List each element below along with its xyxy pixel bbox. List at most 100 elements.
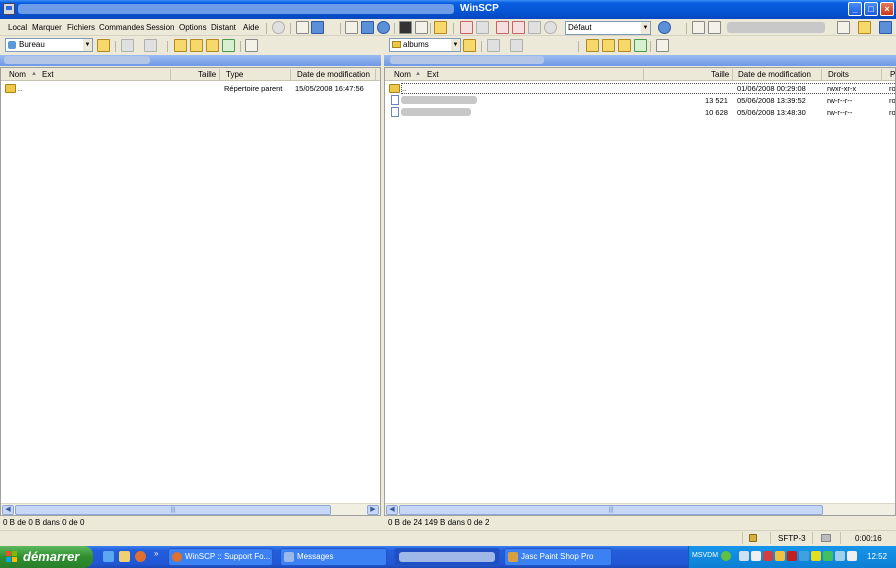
refresh-icon[interactable]: [377, 21, 390, 34]
sessions-dropdown-icon[interactable]: [858, 21, 871, 34]
left-location-combo[interactable]: Bureau ▼: [5, 38, 93, 52]
network-icon[interactable]: [721, 551, 731, 561]
tray-app-icon[interactable]: [799, 551, 809, 561]
column-modified[interactable]: Date de modification: [738, 70, 811, 79]
close-button[interactable]: ×: [880, 2, 894, 16]
menu-local[interactable]: Local: [8, 23, 27, 32]
start-button[interactable]: démarrer: [0, 546, 93, 568]
scroll-left-arrow-icon[interactable]: ◀: [386, 505, 398, 515]
firefox-quicklaunch-icon[interactable]: [135, 551, 146, 562]
task-messages[interactable]: Messages: [280, 548, 387, 566]
invert-selection-icon[interactable]: [512, 21, 525, 34]
column-ext[interactable]: Ext: [42, 70, 54, 79]
save-icon[interactable]: [879, 21, 892, 34]
column-name[interactable]: Nom: [9, 70, 26, 79]
save-session-icon[interactable]: [708, 21, 721, 34]
scrollbar-thumb[interactable]: |||: [399, 505, 823, 515]
column-ext[interactable]: Ext: [427, 70, 439, 79]
task-winscp-support[interactable]: WinSCP :: Support Fo...: [168, 548, 273, 566]
filter-icon[interactable]: [496, 21, 509, 34]
tray-app-icon[interactable]: [763, 551, 773, 561]
clear-selection-icon[interactable]: [528, 21, 541, 34]
clock[interactable]: 12:52: [867, 552, 887, 561]
explorer-quicklaunch-icon[interactable]: [119, 551, 130, 562]
column-divider[interactable]: [881, 69, 882, 80]
menu-aide[interactable]: Aide: [243, 23, 259, 32]
parent-directory-icon[interactable]: [174, 39, 187, 52]
column-modified[interactable]: Date de modification: [297, 70, 370, 79]
root-directory-icon[interactable]: [602, 39, 615, 52]
forward-arrow-icon[interactable]: [144, 39, 157, 52]
column-owner[interactable]: P: [890, 70, 895, 79]
unselect-files-icon[interactable]: [476, 21, 489, 34]
select-files-icon[interactable]: [460, 21, 473, 34]
scroll-right-arrow-icon[interactable]: ▶: [367, 505, 379, 515]
scrollbar-thumb[interactable]: |||: [15, 505, 331, 515]
column-size[interactable]: Taille: [198, 70, 216, 79]
directory-tree-icon[interactable]: [245, 39, 258, 52]
open-directory-icon[interactable]: [97, 39, 110, 52]
scroll-left-arrow-icon[interactable]: ◀: [2, 505, 14, 515]
queue-icon[interactable]: [296, 21, 309, 34]
menu-commandes[interactable]: Commandes: [99, 23, 144, 32]
new-session-icon[interactable]: [345, 21, 358, 34]
tray-app-icon[interactable]: [847, 551, 857, 561]
menu-fichiers[interactable]: Fichiers: [67, 23, 95, 32]
open-directory-icon[interactable]: [463, 39, 476, 52]
tray-app-icon[interactable]: [739, 551, 749, 561]
left-path-bar[interactable]: [0, 55, 381, 66]
bookmark-icon[interactable]: [692, 21, 705, 34]
back-arrow-icon[interactable]: [487, 39, 500, 52]
root-directory-icon[interactable]: [190, 39, 203, 52]
column-size[interactable]: Taille: [711, 70, 729, 79]
column-rights[interactable]: Droits: [828, 70, 849, 79]
chevron-down-icon[interactable]: ▼: [83, 39, 92, 51]
home-directory-icon[interactable]: [206, 39, 219, 52]
preferences-gear-icon[interactable]: [272, 21, 285, 34]
horizontal-scrollbar[interactable]: ◀ ||| ▶: [1, 503, 380, 515]
column-divider[interactable]: [290, 69, 291, 80]
putty-icon[interactable]: [415, 21, 428, 34]
refresh-right-icon[interactable]: [634, 39, 647, 52]
remote-file-panel[interactable]: Nom ▲ Ext Taille Date de modification Dr…: [384, 67, 896, 516]
column-divider[interactable]: [643, 69, 644, 80]
tray-app-icon[interactable]: [775, 551, 785, 561]
forward-arrow-icon[interactable]: [510, 39, 523, 52]
console-icon[interactable]: [399, 21, 412, 34]
menu-options[interactable]: Options: [179, 23, 207, 32]
antivirus-icon[interactable]: [787, 551, 797, 561]
right-path-bar[interactable]: [384, 55, 896, 66]
back-arrow-icon[interactable]: [121, 39, 134, 52]
tray-app-icon[interactable]: [823, 551, 833, 561]
local-file-panel[interactable]: Nom ▲ Ext Taille Type Date de modificati…: [0, 67, 381, 516]
right-location-combo[interactable]: albums ▼: [389, 38, 461, 52]
column-type[interactable]: Type: [226, 70, 243, 79]
home-directory-icon[interactable]: [618, 39, 631, 52]
desktop-quicklaunch-icon[interactable]: [103, 551, 114, 562]
chevron-down-icon[interactable]: ▼: [451, 39, 460, 51]
column-divider[interactable]: [219, 69, 220, 80]
refresh-selection-icon[interactable]: [544, 21, 557, 34]
chevron-down-icon[interactable]: ▼: [641, 22, 650, 34]
maximize-button[interactable]: □: [864, 2, 878, 16]
column-name[interactable]: Nom: [394, 70, 411, 79]
transfer-options-icon[interactable]: [658, 21, 671, 34]
session-tree-icon[interactable]: [434, 21, 447, 34]
synchronize-icon[interactable]: [361, 21, 374, 34]
winscp-app-icon[interactable]: [3, 3, 15, 15]
column-divider[interactable]: [375, 69, 376, 80]
minimize-button[interactable]: _: [848, 2, 862, 16]
parent-directory-icon[interactable]: [586, 39, 599, 52]
menu-marquer[interactable]: Marquer: [32, 23, 62, 32]
refresh-left-icon[interactable]: [222, 39, 235, 52]
close-session-icon[interactable]: [837, 21, 850, 34]
chevron-right-icon[interactable]: »: [154, 549, 158, 558]
queue-list-icon[interactable]: [311, 21, 324, 34]
menu-distant[interactable]: Distant: [211, 23, 236, 32]
task-winscp-active[interactable]: [394, 548, 500, 566]
tray-app-icon[interactable]: [811, 551, 821, 561]
tray-app-icon[interactable]: [751, 551, 761, 561]
column-divider[interactable]: [170, 69, 171, 80]
column-divider[interactable]: [732, 69, 733, 80]
directory-tree-icon[interactable]: [656, 39, 669, 52]
